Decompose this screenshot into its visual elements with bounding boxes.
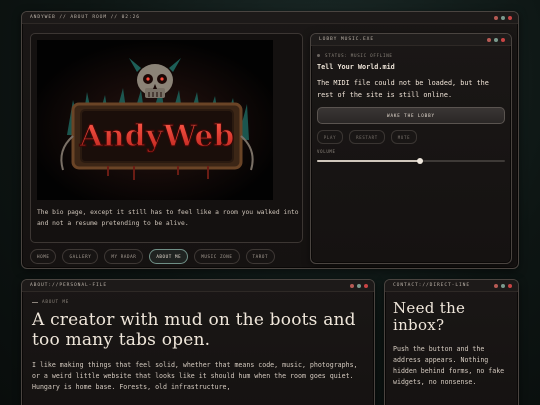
main-window-title: andyweb // about room // 02:26 bbox=[30, 15, 140, 20]
about-window-title: about://personal-file bbox=[30, 283, 107, 288]
contact-close-button[interactable] bbox=[508, 283, 512, 288]
music-titlebar: lobby music.exe bbox=[311, 34, 511, 46]
about-section-label: about me bbox=[32, 300, 364, 305]
status-dot-icon bbox=[317, 54, 320, 57]
bio-description: The bio page, except it still has to fee… bbox=[37, 209, 299, 227]
minimize-button[interactable] bbox=[494, 15, 498, 20]
about-titlebar: about://personal-file bbox=[22, 280, 374, 292]
inbox-headline: Need the inbox? bbox=[393, 299, 466, 334]
lobby-music-window: lobby music.exe status: music offline Te… bbox=[310, 33, 512, 264]
music-close-button[interactable] bbox=[501, 37, 505, 42]
about-window-controls bbox=[350, 283, 368, 288]
volume-label: volume bbox=[317, 149, 336, 154]
about-room-window: andyweb // about room // 02:26 bbox=[21, 11, 519, 269]
track-name: Tell Your World.mid bbox=[317, 63, 395, 71]
tab-home[interactable]: home bbox=[30, 249, 57, 264]
error-message: The MIDI file could not be loaded, but t… bbox=[317, 79, 489, 99]
restart-button[interactable]: restart bbox=[349, 130, 385, 144]
inbox-text: Push the button and the address appears.… bbox=[393, 345, 505, 386]
bio-panel: AndyWeb The bio page, except it still ha… bbox=[30, 33, 303, 243]
contact-titlebar: contact://direct-line bbox=[385, 280, 518, 292]
music-status: status: music offline bbox=[317, 53, 505, 58]
about-maximize-button[interactable] bbox=[357, 283, 361, 288]
play-button[interactable]: play bbox=[317, 130, 343, 144]
mute-button[interactable]: mute bbox=[391, 130, 417, 144]
section-tabs: home gallery my radar about me music zon… bbox=[30, 249, 276, 264]
label-dash-icon bbox=[32, 302, 38, 303]
main-titlebar: andyweb // about room // 02:26 bbox=[22, 12, 518, 24]
tab-gallery[interactable]: gallery bbox=[62, 249, 99, 264]
about-paragraph: I like making things that feel solid, wh… bbox=[32, 361, 358, 391]
about-headline: A creator with mud on the boots and too … bbox=[32, 310, 356, 350]
music-maximize-button[interactable] bbox=[494, 37, 498, 42]
close-button[interactable] bbox=[508, 15, 512, 20]
playback-controls: play restart mute bbox=[317, 130, 505, 144]
tab-music-zone[interactable]: music zone bbox=[194, 249, 240, 264]
contact-window-title: contact://direct-line bbox=[393, 283, 470, 288]
tab-about-me[interactable]: about me bbox=[149, 249, 189, 264]
tab-tarot[interactable]: tarot bbox=[245, 249, 276, 264]
music-window-title: lobby music.exe bbox=[319, 37, 374, 42]
wake-lobby-button[interactable]: wake the lobby bbox=[317, 107, 505, 124]
music-window-controls bbox=[487, 37, 505, 42]
volume-knob[interactable] bbox=[417, 158, 424, 164]
contact-body: Need the inbox? Push the button and the … bbox=[385, 292, 518, 396]
contact-window-controls bbox=[494, 283, 512, 288]
about-body: about me A creator with mud on the boots… bbox=[22, 292, 374, 400]
contact-minimize-button[interactable] bbox=[494, 283, 498, 288]
about-minimize-button[interactable] bbox=[350, 283, 354, 288]
volume-fill bbox=[317, 160, 421, 162]
andyweb-logo-image: AndyWeb bbox=[37, 40, 273, 200]
music-body: status: music offline Tell Your World.mi… bbox=[311, 46, 511, 171]
direct-line-window: contact://direct-line Need the inbox? Pu… bbox=[384, 279, 519, 405]
personal-file-window: about://personal-file about me A creator… bbox=[21, 279, 375, 405]
logo-artwork: AndyWeb bbox=[37, 40, 273, 200]
about-section-text: about me bbox=[42, 300, 70, 305]
volume-slider[interactable] bbox=[317, 158, 505, 164]
contact-maximize-button[interactable] bbox=[501, 283, 505, 288]
about-close-button[interactable] bbox=[364, 283, 368, 288]
tab-my-radar[interactable]: my radar bbox=[104, 249, 144, 264]
window-controls bbox=[494, 15, 512, 20]
maximize-button[interactable] bbox=[501, 15, 505, 20]
logo-text: AndyWeb bbox=[79, 119, 235, 154]
music-minimize-button[interactable] bbox=[487, 37, 491, 42]
status-text: status: music offline bbox=[325, 53, 393, 58]
